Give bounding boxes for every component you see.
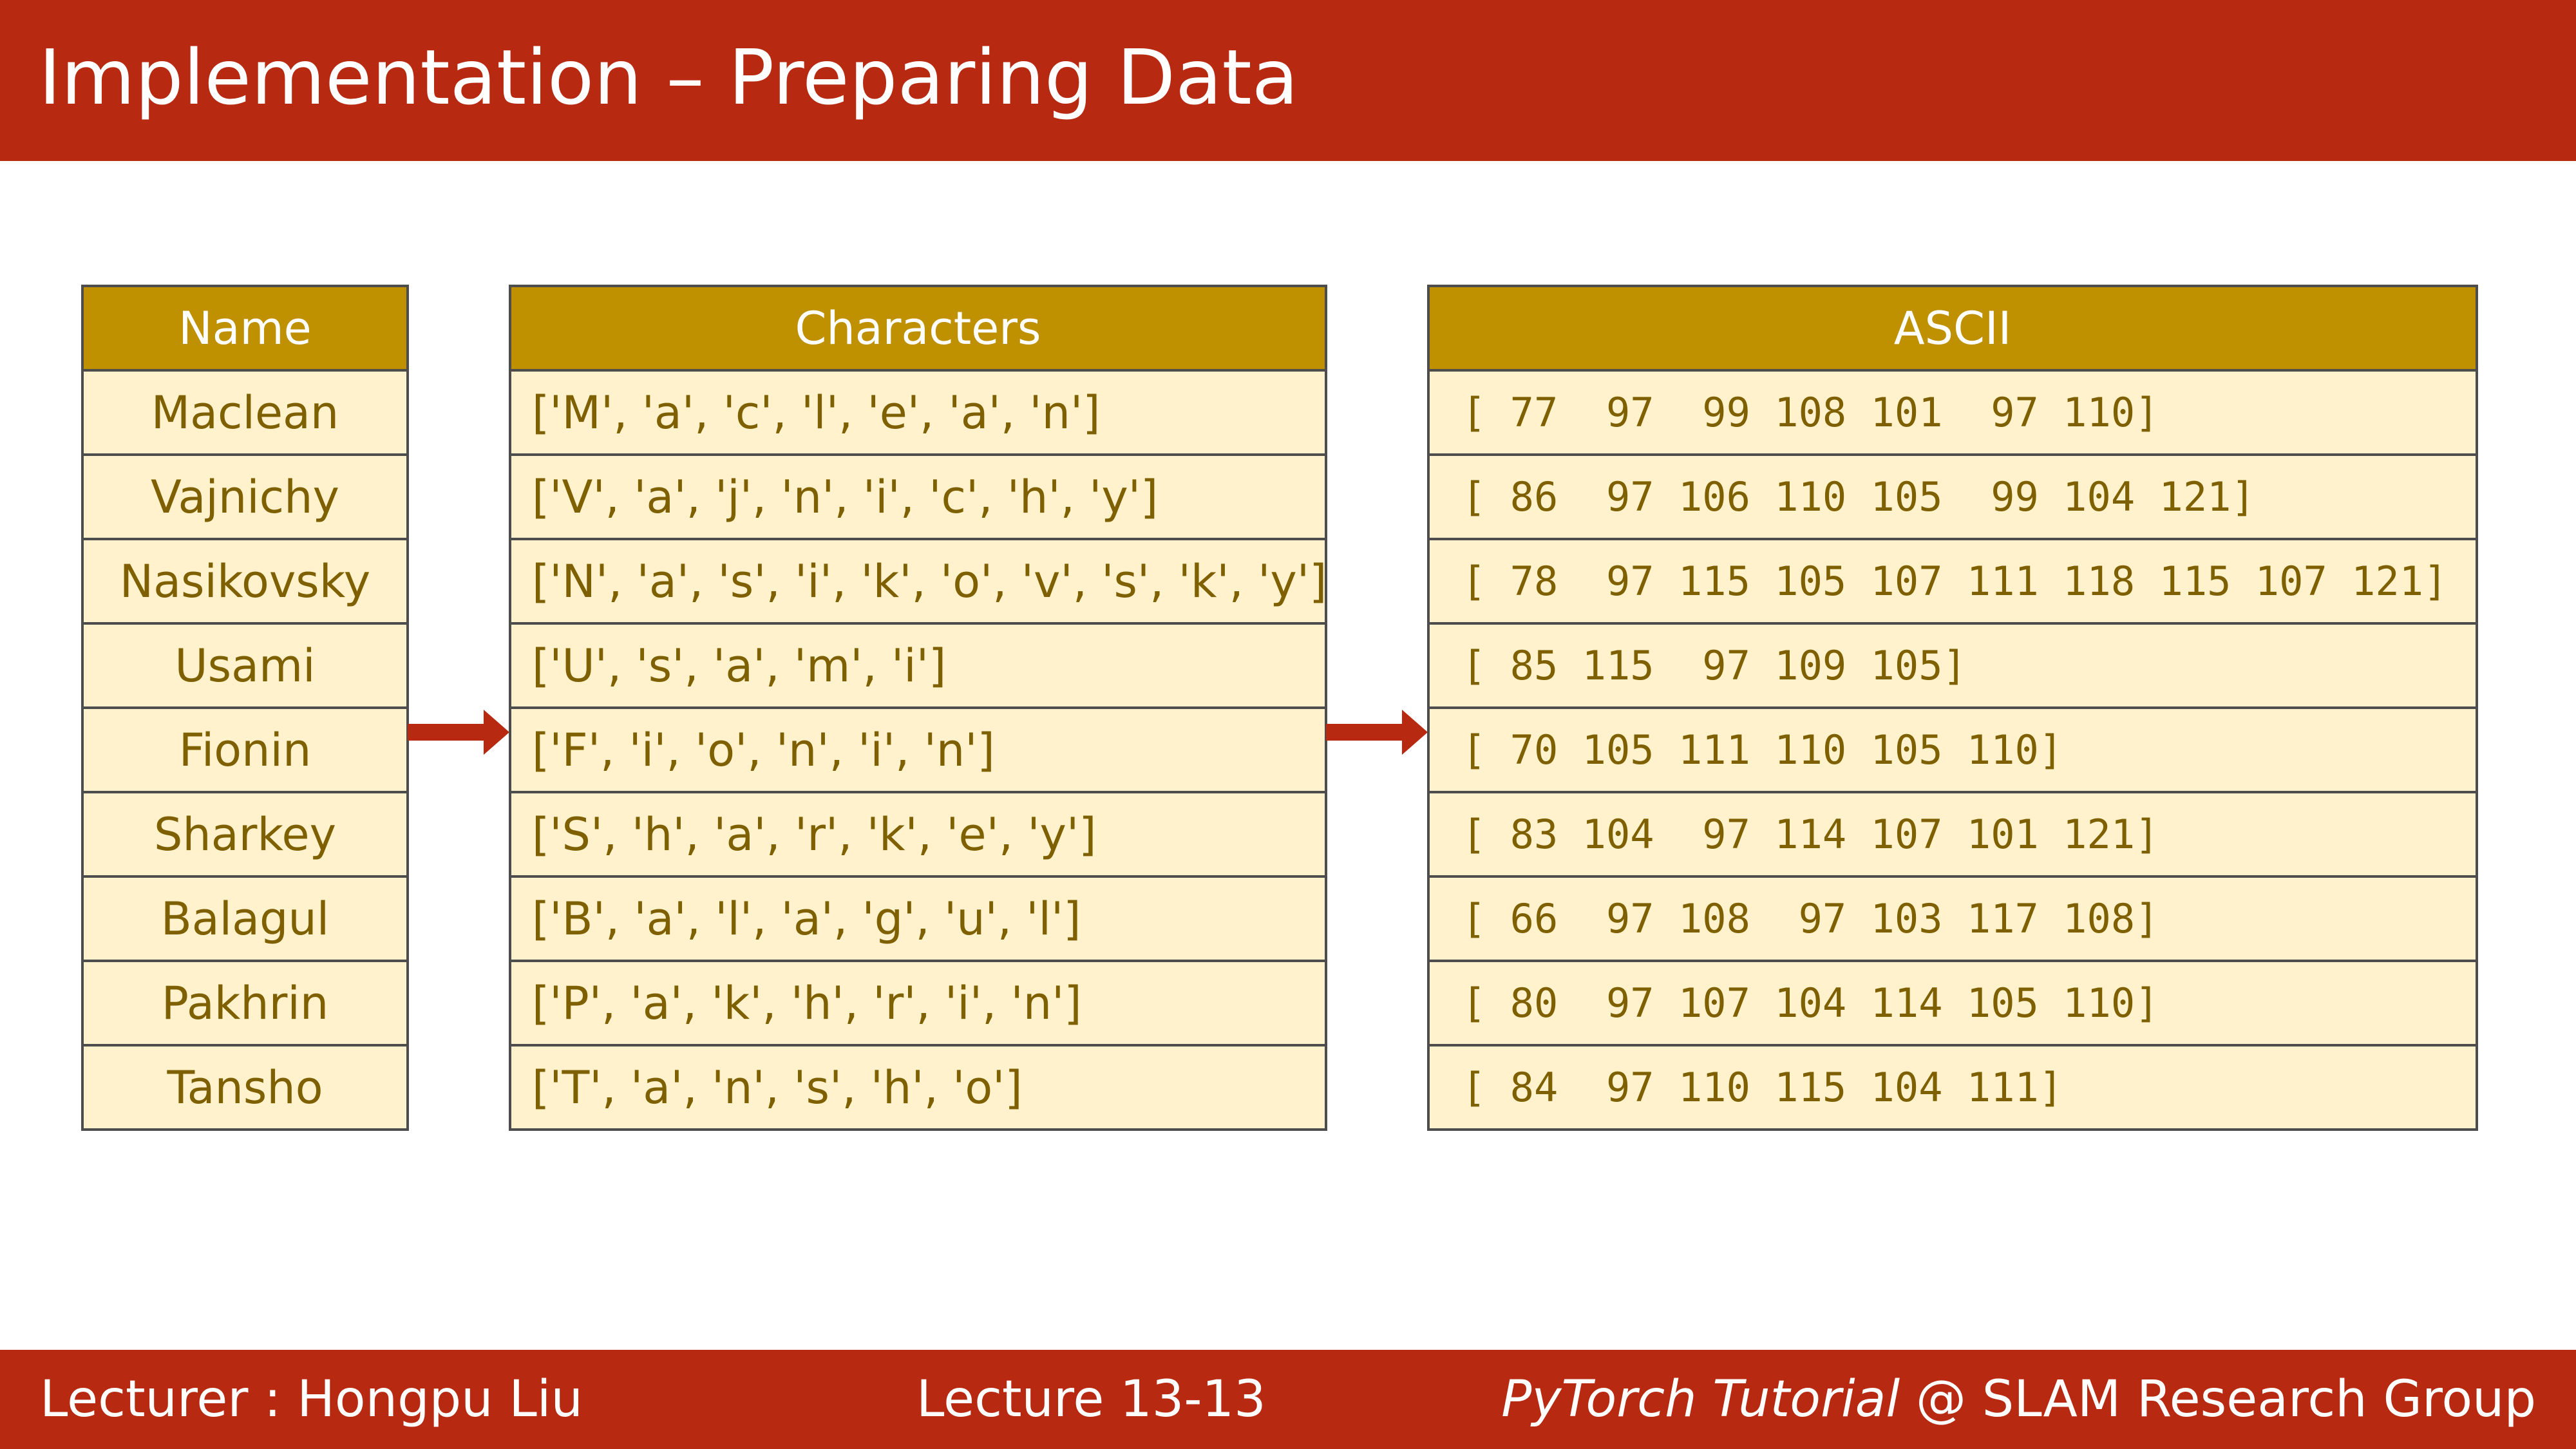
ascii-cell: [ 80 97 107 104 114 105 110] <box>1427 960 2478 1046</box>
table-row: Maclean <box>81 369 409 456</box>
table-row: Pakhrin <box>81 960 409 1046</box>
table-row: [ 66 97 108 97 103 117 108] <box>1427 875 2478 962</box>
ascii-cell: [ 84 97 110 115 104 111] <box>1427 1044 2478 1131</box>
name-column-header: Name <box>81 285 409 372</box>
table-row: Balagul <box>81 875 409 962</box>
table-row: ['M', 'a', 'c', 'l', 'e', 'a', 'n'] <box>509 369 1327 456</box>
name-cell: Sharkey <box>81 791 409 878</box>
table-row: ['N', 'a', 's', 'i', 'k', 'o', 'v', 's',… <box>509 538 1327 625</box>
table-row: [ 85 115 97 109 105] <box>1427 622 2478 709</box>
name-cell: Vajnichy <box>81 453 409 540</box>
table-row: ['S', 'h', 'a', 'r', 'k', 'e', 'y'] <box>509 791 1327 878</box>
table-row: [ 77 97 99 108 101 97 110] <box>1427 369 2478 456</box>
table-row: [ 80 97 107 104 114 105 110] <box>1427 960 2478 1046</box>
characters-cell: ['P', 'a', 'k', 'h', 'r', 'i', 'n'] <box>509 960 1327 1046</box>
name-cell: Nasikovsky <box>81 538 409 625</box>
table-row: Tansho <box>81 1044 409 1131</box>
characters-cell: ['T', 'a', 'n', 's', 'h', 'o'] <box>509 1044 1327 1131</box>
table-row: Nasikovsky <box>81 538 409 625</box>
table-row: [ 83 104 97 114 107 101 121] <box>1427 791 2478 878</box>
name-cell: Tansho <box>81 1044 409 1131</box>
table-row: ['U', 's', 'a', 'm', 'i'] <box>509 622 1327 709</box>
ascii-column-header: ASCII <box>1427 285 2478 372</box>
footer-course-group: @ SLAM Research Group <box>1900 1370 2536 1428</box>
footer-lecturer: Lecturer : Hongpu Liu <box>40 1370 583 1428</box>
footer-lecture-number: Lecture 13-13 <box>916 1370 1266 1428</box>
slide-title: Implementation – Preparing Data <box>39 33 1299 122</box>
ascii-table: ASCII [ 77 97 99 108 101 97 110][ 86 97 … <box>1427 285 2478 1131</box>
ascii-cell: [ 83 104 97 114 107 101 121] <box>1427 791 2478 878</box>
table-row: [ 78 97 115 105 107 111 118 115 107 121] <box>1427 538 2478 625</box>
table-row: ['P', 'a', 'k', 'h', 'r', 'i', 'n'] <box>509 960 1327 1046</box>
table-row: ['F', 'i', 'o', 'n', 'i', 'n'] <box>509 706 1327 793</box>
ascii-cell: [ 66 97 108 97 103 117 108] <box>1427 875 2478 962</box>
characters-cell: ['B', 'a', 'l', 'a', 'g', 'u', 'l'] <box>509 875 1327 962</box>
characters-cell: ['U', 's', 'a', 'm', 'i'] <box>509 622 1327 709</box>
right-arrow-icon <box>1326 710 1428 755</box>
characters-column-header: Characters <box>509 285 1327 372</box>
name-cell: Maclean <box>81 369 409 456</box>
table-row: Fionin <box>81 706 409 793</box>
ascii-cell: [ 70 105 111 110 105 110] <box>1427 706 2478 793</box>
characters-cell: ['S', 'h', 'a', 'r', 'k', 'e', 'y'] <box>509 791 1327 878</box>
ascii-cell: [ 78 97 115 105 107 111 118 115 107 121] <box>1427 538 2478 625</box>
name-cell: Balagul <box>81 875 409 962</box>
characters-cell: ['V', 'a', 'j', 'n', 'i', 'c', 'h', 'y'] <box>509 453 1327 540</box>
footer-course-name: PyTorch Tutorial <box>1501 1370 1900 1428</box>
table-row: [ 70 105 111 110 105 110] <box>1427 706 2478 793</box>
name-cell: Pakhrin <box>81 960 409 1046</box>
table-row: ['T', 'a', 'n', 's', 'h', 'o'] <box>509 1044 1327 1131</box>
characters-cell: ['M', 'a', 'c', 'l', 'e', 'a', 'n'] <box>509 369 1327 456</box>
name-cell: Usami <box>81 622 409 709</box>
right-arrow-icon <box>408 710 509 755</box>
characters-cell: ['N', 'a', 's', 'i', 'k', 'o', 'v', 's',… <box>509 538 1327 625</box>
ascii-cell: [ 86 97 106 110 105 99 104 121] <box>1427 453 2478 540</box>
table-row: [ 84 97 110 115 104 111] <box>1427 1044 2478 1131</box>
table-row: Sharkey <box>81 791 409 878</box>
footer-course: PyTorch Tutorial @ SLAM Research Group <box>1501 1350 2536 1449</box>
table-row: [ 86 97 106 110 105 99 104 121] <box>1427 453 2478 540</box>
name-cell: Fionin <box>81 706 409 793</box>
table-row: Usami <box>81 622 409 709</box>
characters-table: Characters ['M', 'a', 'c', 'l', 'e', 'a'… <box>509 285 1327 1131</box>
ascii-cell: [ 77 97 99 108 101 97 110] <box>1427 369 2478 456</box>
table-row: Vajnichy <box>81 453 409 540</box>
name-table: Name Maclean Vajnichy Nasikovsky Usami Fioni… <box>81 285 409 1131</box>
ascii-cell: [ 85 115 97 109 105] <box>1427 622 2478 709</box>
table-row: ['V', 'a', 'j', 'n', 'i', 'c', 'h', 'y'] <box>509 453 1327 540</box>
table-row: ['B', 'a', 'l', 'a', 'g', 'u', 'l'] <box>509 875 1327 962</box>
characters-cell: ['F', 'i', 'o', 'n', 'i', 'n'] <box>509 706 1327 793</box>
